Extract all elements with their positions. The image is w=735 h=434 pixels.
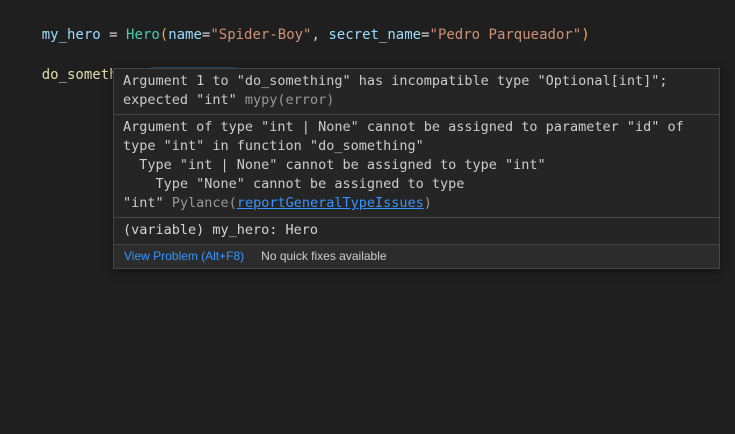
string-token: "Pedro Parqueador" xyxy=(430,27,582,43)
hover-status-bar: View Problem (Alt+F8) No quick fixes ava… xyxy=(114,245,719,268)
diagnostic-message-line: Argument of type "int | None" cannot be … xyxy=(123,118,710,137)
code-token: secret_name xyxy=(328,27,421,43)
no-quick-fixes-text: No quick fixes available xyxy=(261,249,386,263)
code-token: , xyxy=(312,27,329,43)
diagnostic-text: expected "int" xyxy=(123,92,245,108)
variable-type-section: (variable) my_hero: Hero xyxy=(114,218,719,245)
code-token: Hero xyxy=(126,27,160,43)
open-paren-token: ( xyxy=(160,27,168,43)
mypy-diagnostic-section: Argument 1 to "do_something" has incompa… xyxy=(114,69,719,115)
close-paren-token: ) xyxy=(581,27,589,43)
diagnostic-source-label: Pylance( xyxy=(172,195,237,211)
diagnostic-message-line: Type "None" cannot be assigned to type xyxy=(123,175,710,194)
code-token: = xyxy=(421,27,429,43)
diagnostic-message-line: Argument 1 to "do_something" has incompa… xyxy=(123,72,710,91)
code-token: = xyxy=(101,27,126,43)
editor-area[interactable]: my_hero = Hero(name = "Spider-Boy", secret… xyxy=(0,0,735,434)
diagnostic-message-line: Type "int | None" cannot be assigned to … xyxy=(123,156,710,175)
diagnostic-message-line: "int" Pylance(reportGeneralTypeIssues) xyxy=(123,194,710,213)
diagnostic-text: "int" xyxy=(123,195,172,211)
report-general-type-issues-link[interactable]: reportGeneralTypeIssues xyxy=(237,195,424,211)
string-token: "Spider-Boy" xyxy=(210,27,311,43)
pylance-diagnostic-section: Argument of type "int | None" cannot be … xyxy=(114,115,719,218)
variable-type-info: (variable) my_hero: Hero xyxy=(123,221,710,240)
diagnostic-message-line: expected "int" mypy(error) xyxy=(123,91,710,110)
view-problem-link[interactable]: View Problem (Alt+F8) xyxy=(124,249,244,263)
diagnostic-source-label: mypy(error) xyxy=(245,92,334,108)
diagnostic-source-label: ) xyxy=(424,195,432,211)
diagnostic-message-line: type "int" in function "do_something" xyxy=(123,137,710,156)
code-token: my_hero xyxy=(42,27,101,43)
code-token: name xyxy=(168,27,202,43)
hover-tooltip: Argument 1 to "do_something" has incompa… xyxy=(113,68,720,269)
